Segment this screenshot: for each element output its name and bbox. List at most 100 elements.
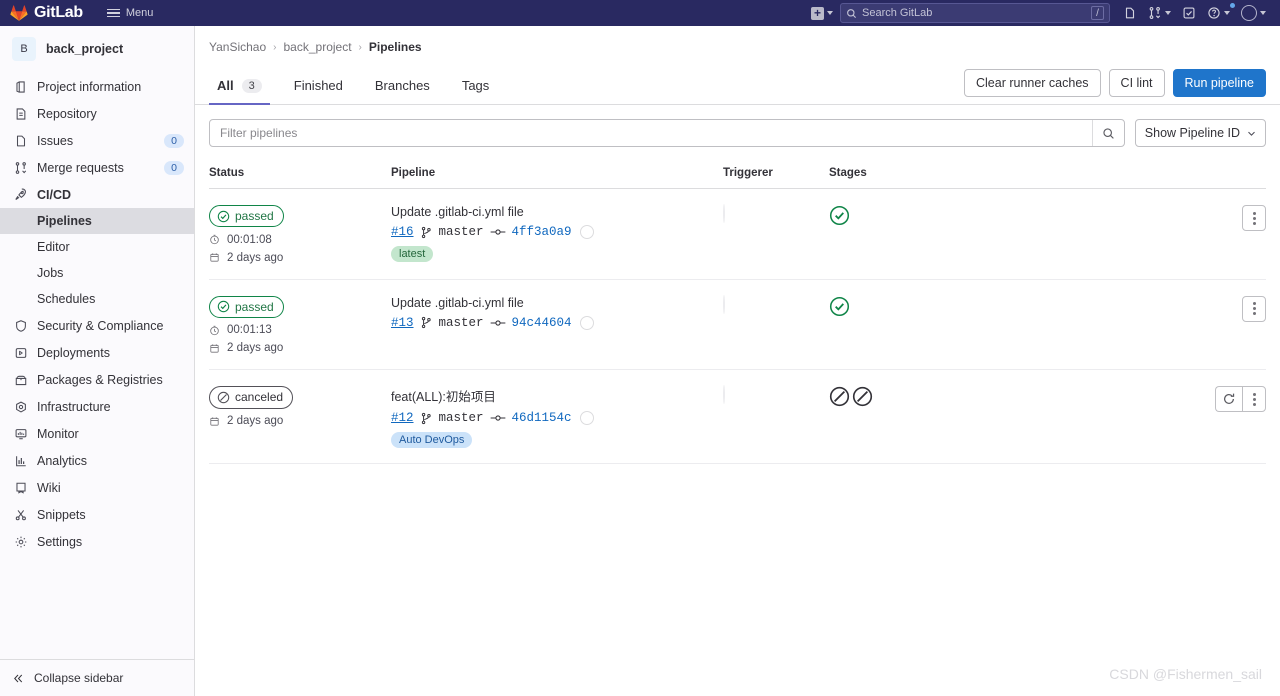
issues-nav-button[interactable] xyxy=(1119,4,1141,22)
sidebar-item-issues[interactable]: Issues 0 xyxy=(0,127,194,154)
sidebar-item-merge-requests[interactable]: Merge requests 0 xyxy=(0,154,194,181)
breadcrumb-project[interactable]: back_project xyxy=(284,40,352,54)
filter-pipelines-input[interactable]: Filter pipelines xyxy=(209,119,1125,147)
sidebar-item-pipelines[interactable]: Pipelines xyxy=(0,208,194,234)
watermark: CSDN @Fishermen_sail xyxy=(1109,666,1262,682)
sidebar-item-label: Deployments xyxy=(37,345,110,360)
sidebar-item-label: Settings xyxy=(37,534,83,549)
status-passed-icon xyxy=(217,301,230,313)
show-pipeline-id-dropdown[interactable]: Show Pipeline ID xyxy=(1134,119,1266,147)
user-menu-button[interactable] xyxy=(1237,3,1270,23)
pipeline-id-link[interactable]: #13 xyxy=(391,316,414,330)
status-badge[interactable]: canceled xyxy=(209,386,294,409)
gitlab-logo[interactable]: GitLab xyxy=(10,4,83,22)
breadcrumb-owner[interactable]: YanSichao xyxy=(209,40,266,54)
collapse-sidebar-button[interactable]: Collapse sidebar xyxy=(0,659,194,696)
triggerer-avatar xyxy=(723,294,725,314)
pipeline-tag-badge: Auto DevOps xyxy=(391,432,473,449)
row-more-actions-button[interactable] xyxy=(1242,386,1266,413)
stage-passed-icon[interactable] xyxy=(829,296,850,317)
search-icon xyxy=(847,8,857,18)
todos-nav-button[interactable] xyxy=(1178,4,1200,22)
row-status-cell: passed 00:01:13 2 days ago xyxy=(209,295,391,354)
sidebar-item-snippets[interactable]: Snippets xyxy=(0,501,194,528)
breadcrumb: YanSichao › back_project › Pipelines xyxy=(195,26,1280,66)
merge-requests-icon xyxy=(1149,7,1161,19)
breadcrumb-separator-icon: › xyxy=(358,41,362,53)
sidebar-item-repository[interactable]: Repository xyxy=(0,100,194,127)
sidebar-item-infrastructure[interactable]: Infrastructure xyxy=(0,393,194,420)
row-more-actions-button[interactable] xyxy=(1242,295,1266,322)
row-stages-cell xyxy=(829,205,1186,226)
calendar-icon xyxy=(209,416,221,427)
tab-finished[interactable]: Finished xyxy=(286,66,351,104)
pipeline-title[interactable]: Update .gitlab-ci.yml file xyxy=(391,296,723,310)
column-header-pipeline: Pipeline xyxy=(391,167,436,179)
branch-name[interactable]: master xyxy=(439,316,484,330)
tab-all[interactable]: All 3 xyxy=(209,66,270,105)
repository-icon xyxy=(13,106,28,121)
notification-dot-icon xyxy=(1230,3,1235,8)
sidebar-item-editor[interactable]: Editor xyxy=(0,234,194,260)
sidebar-item-label: Merge requests xyxy=(37,160,124,175)
retry-pipeline-button[interactable] xyxy=(1215,386,1242,413)
merge-requests-nav-button[interactable] xyxy=(1144,4,1175,22)
filter-search-button[interactable] xyxy=(1091,120,1124,146)
user-avatar-icon xyxy=(1241,5,1257,21)
issues-count-badge: 0 xyxy=(164,133,184,148)
search-input[interactable]: Search GitLab / xyxy=(840,3,1110,23)
sidebar-item-project-information[interactable]: Project information xyxy=(0,73,194,100)
row-more-actions-button[interactable] xyxy=(1242,205,1266,231)
tab-tags[interactable]: Tags xyxy=(454,66,497,104)
project-header[interactable]: B back_project xyxy=(0,26,194,71)
ci-lint-button[interactable]: CI lint xyxy=(1108,68,1165,98)
pipeline-ref: #16 master 4ff3a0a9 xyxy=(391,225,723,239)
duration-label: 00:01:08 xyxy=(227,233,272,246)
row-actions-cell xyxy=(1186,205,1266,231)
status-badge[interactable]: passed xyxy=(209,295,284,319)
pipeline-id-link[interactable]: #16 xyxy=(391,225,414,239)
age-label: 2 days ago xyxy=(227,415,284,428)
status-passed-icon xyxy=(217,210,230,222)
commit-sha-link[interactable]: 94c44604 xyxy=(512,316,572,330)
navbar-right: + Search GitLab / xyxy=(807,3,1270,23)
stages-list xyxy=(829,205,1186,226)
sidebar-item-jobs[interactable]: Jobs xyxy=(0,260,194,286)
help-nav-button[interactable] xyxy=(1203,3,1235,22)
stage-canceled-icon[interactable] xyxy=(852,386,873,407)
gitlab-tanuki-icon xyxy=(10,5,28,21)
run-pipeline-button[interactable]: Run pipeline xyxy=(1172,68,1266,98)
sidebar-item-schedules[interactable]: Schedules xyxy=(0,286,194,312)
pipeline-id-link[interactable]: #12 xyxy=(391,411,414,425)
new-item-button[interactable]: + xyxy=(807,5,837,22)
sidebar-item-cicd[interactable]: CI/CD xyxy=(0,181,194,208)
table-row: passed 00:01:13 2 days ago Update .gitla… xyxy=(209,280,1266,371)
help-icon xyxy=(1208,7,1220,19)
commit-sha-link[interactable]: 46d1154c xyxy=(512,411,572,425)
tab-branches[interactable]: Branches xyxy=(367,66,438,104)
stage-passed-icon[interactable] xyxy=(829,205,850,226)
hamburger-icon xyxy=(106,8,120,18)
clear-runner-caches-button[interactable]: Clear runner caches xyxy=(963,68,1101,98)
sidebar-item-label: Wiki xyxy=(37,480,61,495)
stage-canceled-icon[interactable] xyxy=(829,386,850,407)
sidebar-item-packages-registries[interactable]: Packages & Registries xyxy=(0,366,194,393)
branch-name[interactable]: master xyxy=(439,411,484,425)
sidebar-item-security-compliance[interactable]: Security & Compliance xyxy=(0,312,194,339)
sidebar-item-analytics[interactable]: Analytics xyxy=(0,447,194,474)
sidebar-item-deployments[interactable]: Deployments xyxy=(0,339,194,366)
pipeline-title[interactable]: feat(ALL):初始项目 xyxy=(391,386,723,405)
branch-name[interactable]: master xyxy=(439,225,484,239)
sidebar-item-settings[interactable]: Settings xyxy=(0,528,194,555)
sidebar-item-wiki[interactable]: Wiki xyxy=(0,474,194,501)
status-badge[interactable]: passed xyxy=(209,205,284,228)
commit-sha-link[interactable]: 4ff3a0a9 xyxy=(512,225,572,239)
merge-requests-icon xyxy=(13,160,28,175)
main-menu-button[interactable]: Menu xyxy=(106,7,153,19)
sidebar-item-monitor[interactable]: Monitor xyxy=(0,420,194,447)
row-pipeline-cell: feat(ALL):初始项目 #12 master 46d1154c Auto … xyxy=(391,386,723,449)
pipeline-title[interactable]: Update .gitlab-ci.yml file xyxy=(391,205,723,219)
table-row: passed 00:01:08 2 days ago Update .gitla… xyxy=(209,189,1266,280)
chevron-down-icon xyxy=(1260,11,1266,15)
monitor-icon xyxy=(13,426,28,441)
